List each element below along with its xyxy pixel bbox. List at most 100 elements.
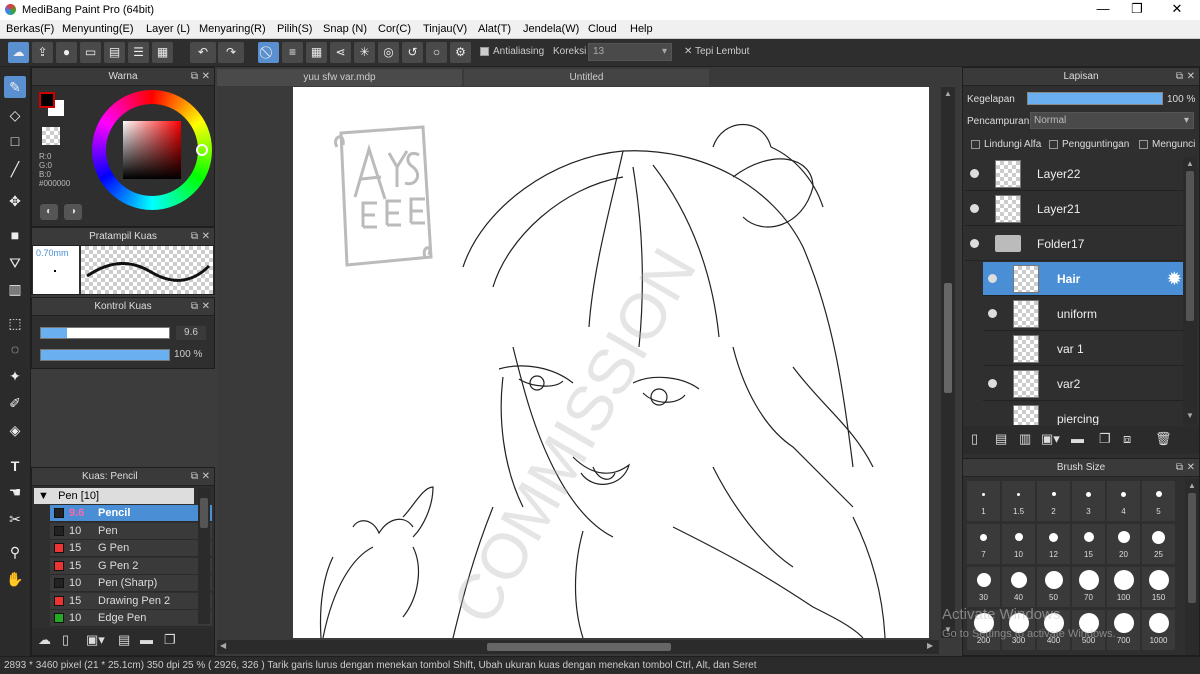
scroll-up-icon[interactable]: ▲ [1188,481,1196,490]
canvas-horizontal-scrollbar[interactable]: ◀ ▶ [217,640,939,654]
duplicate-layer-icon[interactable]: ❐ [1099,431,1111,447]
menu-select[interactable]: Pilih(S) [277,23,312,35]
brush-size-preset[interactable]: 4 [1107,481,1140,521]
layer-row[interactable]: Folder17 [965,227,1183,261]
brush-size-scrollbar[interactable]: ▲ [1185,479,1199,655]
new-layer-icon[interactable]: ▯ [971,431,978,447]
clipping-checkbox[interactable]: Pengguntingan [1049,139,1129,150]
brush-size-preset[interactable]: 3 [1072,481,1105,521]
menu-view[interactable]: Tinjau(V) [423,23,467,35]
brush-tool-icon[interactable]: ✎ [4,76,26,98]
scroll-right-icon[interactable]: ▶ [927,641,933,650]
correction-select[interactable]: 13 ▾ [588,43,672,61]
color-wheel[interactable] [92,90,212,210]
close-icon[interactable]: ✕ [202,298,210,316]
visibility-eye-icon[interactable] [988,309,997,318]
brush-item[interactable]: 10 Pen [50,522,212,540]
swatch-palette-icon[interactable]: ◑ [64,204,82,220]
text-tool-icon[interactable]: T [4,455,26,477]
brush-size-preset[interactable]: 15 [1072,524,1105,564]
menu-filter[interactable]: Menyaring(R) [199,23,266,35]
new-folder-icon[interactable]: ▬ [1071,431,1084,446]
settings-icon[interactable]: ⚙ [450,42,471,63]
layer-row[interactable]: piercing [983,402,1183,425]
antialias-checkbox[interactable]: Antialiasing [480,46,544,57]
menu-snap[interactable]: Snap (N) [323,23,367,35]
concentric-snap-icon[interactable]: ◎ [378,42,399,63]
tab-yuu-sfw-var[interactable]: yuu sfw var.mdp [217,69,462,86]
brush-item[interactable]: 10 Edge Pen [50,610,212,627]
close-icon[interactable]: ✕ [202,68,210,86]
brush-size-preset[interactable]: 7 [967,524,1000,564]
brush-group-header[interactable]: ▼ Pen [10] [34,488,194,504]
saturation-square[interactable] [123,121,181,179]
eraser-tool-icon[interactable]: ◇ [4,104,26,126]
visibility-eye-icon[interactable] [970,239,979,248]
snap-off-icon[interactable]: ⃠ [258,42,279,63]
visibility-eye-icon[interactable] [988,379,997,388]
scroll-down-icon[interactable]: ▼ [1186,411,1194,420]
popout-icon[interactable]: ⧉ [191,228,198,246]
brush-size-slider[interactable] [40,327,170,339]
lock-checkbox[interactable]: Mengunci [1139,139,1195,150]
brush-size-preset[interactable]: 2 [1037,481,1070,521]
grid-icon[interactable]: ▦ [152,42,173,63]
brush-size-preset[interactable]: 12 [1037,524,1070,564]
close-icon[interactable]: ✕ [1187,68,1195,86]
visibility-eye-icon[interactable] [988,274,997,283]
select-rect-tool-icon[interactable]: ⬚ [4,312,26,334]
protect-alpha-checkbox[interactable]: Lindungi Alfa [971,139,1041,150]
operation-tool-icon[interactable]: ☚ [4,481,26,503]
brush-size-scroll-thumb[interactable] [1188,493,1196,603]
scroll-up-icon[interactable]: ▲ [944,89,952,98]
divide-tool-icon[interactable]: ✂ [4,508,26,530]
menu-window[interactable]: Jendela(W) [523,23,579,35]
brush-size-preset[interactable]: 1 [967,481,1000,521]
magic-wand-tool-icon[interactable]: ✦ [4,365,26,387]
palette-icon[interactable]: ◐ [40,204,58,220]
delete-layer-icon[interactable]: 🗑 [1155,431,1172,447]
brush-size-preset[interactable]: 150 [1142,567,1175,607]
brush-item[interactable]: 15 Drawing Pen 2 [50,592,212,610]
layer-row[interactable]: var 1 [983,332,1183,366]
brush-size-preset[interactable]: 30 [967,567,1000,607]
brush-size-value[interactable]: 9.6 [176,326,206,340]
brush-size-preset[interactable]: 1000 [1142,610,1175,650]
redo-icon[interactable]: ↷ [218,42,244,63]
select-pen-tool-icon[interactable]: ✐ [4,392,26,414]
drawing-canvas[interactable]: COMMISSION [293,87,929,638]
close-icon[interactable]: ✕ [1187,459,1195,477]
radial-snap-icon[interactable]: ⋖ [330,42,351,63]
brush-size-preset[interactable]: 1.5 [1002,481,1035,521]
radiate-snap-icon[interactable]: ✳ [354,42,375,63]
duplicate-brush-icon[interactable]: ❐ [164,632,176,648]
lasso-tool-icon[interactable]: ◌ [4,338,26,360]
grid-snap-icon[interactable]: ▦ [306,42,327,63]
brush-list-scrollbar[interactable] [198,488,210,624]
close-icon[interactable]: ✕ [202,228,210,246]
cloud-icon[interactable]: ☁ [8,42,29,63]
close-icon[interactable]: ✕ [202,468,210,486]
comment-icon[interactable]: ● [56,42,77,63]
maximize-button[interactable]: ❐ [1120,0,1154,20]
circle-snap-icon[interactable]: ○ [426,42,447,63]
rectangle-tool-icon[interactable]: □ [4,130,26,152]
brush-item[interactable]: 10 Pen (Sharp) [50,575,212,592]
vertical-scroll-thumb[interactable] [944,283,952,393]
brush-size-preset[interactable]: 70 [1072,567,1105,607]
hue-marker[interactable] [196,144,208,156]
brush-opacity-slider[interactable] [40,349,170,361]
visibility-eye-icon[interactable] [970,204,979,213]
add-layer-menu-icon[interactable]: ▣▾ [1041,431,1060,447]
layer-row[interactable]: Layer21 [965,192,1183,226]
brush-size-preset[interactable]: 10 [1002,524,1035,564]
line-tool-icon[interactable]: ╱ [4,158,26,180]
foreground-color-swatch[interactable] [39,92,55,108]
bucket-tool-icon[interactable]: ⛛ [4,252,26,274]
upload-icon[interactable]: ⇪ [32,42,53,63]
add-brush-icon[interactable]: ▣▾ [86,632,105,648]
eyedropper-tool-icon[interactable]: ⚲ [4,541,26,563]
brush-size-preset[interactable]: 50 [1037,567,1070,607]
popout-icon[interactable]: ⧉ [191,68,198,86]
blend-mode-select[interactable]: Normal ▾ [1030,112,1194,129]
